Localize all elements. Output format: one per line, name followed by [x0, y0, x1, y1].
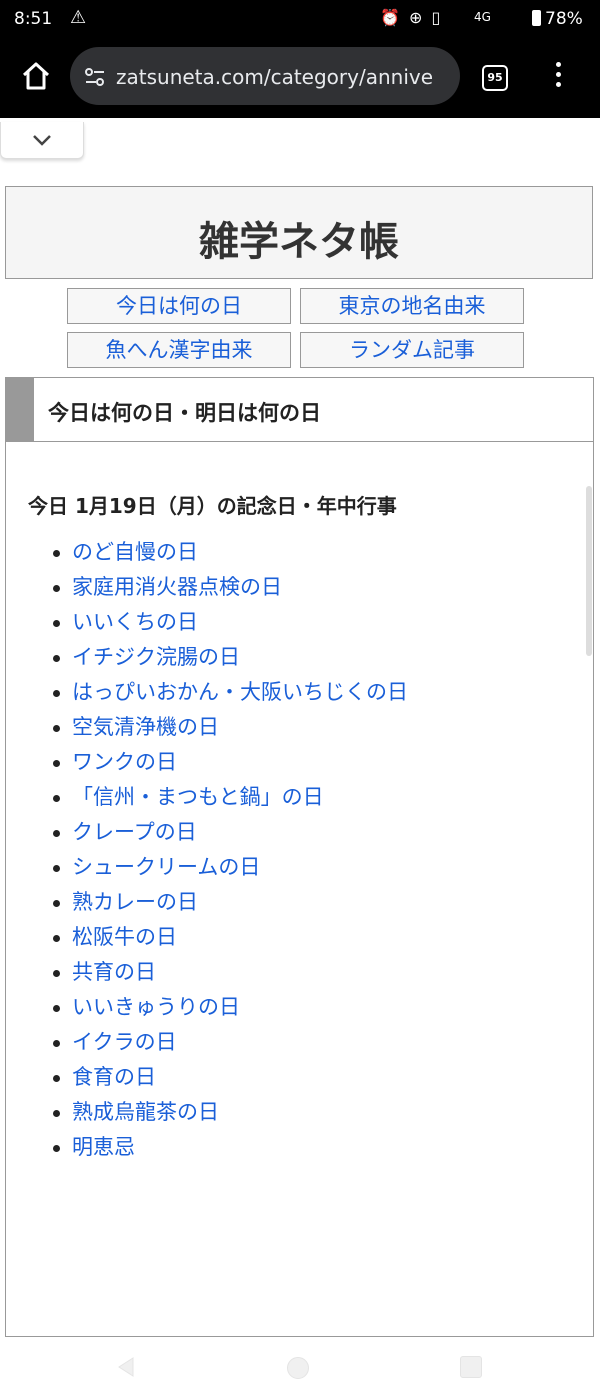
battery-indicator: 78%: [532, 9, 583, 29]
home-button-icon[interactable]: [287, 1357, 309, 1379]
event-link[interactable]: のど自慢の日: [6, 535, 408, 570]
status-icons: ⏰ ⊕ ▯: [380, 8, 442, 27]
event-link[interactable]: 共育の日: [6, 955, 408, 990]
network-type: 4G: [474, 10, 491, 24]
site-title[interactable]: 雑学ネタ帳: [6, 209, 592, 267]
event-link[interactable]: ワンクの日: [6, 745, 408, 780]
event-link[interactable]: 「信州・まつもと鍋」の日: [6, 780, 408, 815]
event-link[interactable]: 松阪牛の日: [6, 920, 408, 955]
tab-switcher-button[interactable]: 95: [482, 65, 508, 91]
nav-tokyo-place-names-button[interactable]: 東京の地名由来: [300, 288, 524, 324]
nav-random-article-button[interactable]: ランダム記事: [300, 332, 524, 368]
collapse-toggle-button[interactable]: [0, 122, 84, 159]
battery-percent: 78%: [545, 9, 583, 29]
vibrate-icon: ▯: [431, 8, 443, 27]
section-header: 今日は何の日・明日は何の日: [6, 378, 593, 442]
section-title: 今日は何の日・明日は何の日: [48, 401, 321, 425]
system-navigation-bar: [0, 1338, 600, 1400]
anniversary-section: 今日は何の日・明日は何の日 今日 1月19日（月）の記念日・年中行事 のど自慢の…: [5, 377, 594, 1337]
overflow-menu-icon[interactable]: [556, 62, 561, 92]
event-link[interactable]: 食育の日: [6, 1060, 408, 1095]
event-link[interactable]: 空気清浄機の日: [6, 710, 408, 745]
event-link[interactable]: 家庭用消火器点検の日: [6, 570, 408, 605]
event-link[interactable]: 明恵忌: [6, 1130, 408, 1165]
event-list: のど自慢の日 家庭用消火器点検の日 いいくちの日 イチジク浣腸の日 はっぴいおか…: [6, 535, 408, 1165]
event-link[interactable]: イクラの日: [6, 1025, 408, 1060]
event-link[interactable]: クレープの日: [6, 815, 408, 850]
event-link[interactable]: シュークリームの日: [6, 850, 408, 885]
chevron-down-icon: [33, 135, 51, 146]
event-link[interactable]: 熟カレーの日: [6, 885, 408, 920]
back-icon[interactable]: [115, 1355, 137, 1379]
browser-toolbar: zatsuneta.com/category/annive 95: [0, 38, 600, 118]
nav-today-button[interactable]: 今日は何の日: [67, 288, 291, 324]
event-link[interactable]: イチジク浣腸の日: [6, 640, 408, 675]
home-icon[interactable]: [20, 60, 52, 92]
section-accent-bar: [6, 378, 34, 441]
event-link[interactable]: いいくちの日: [6, 605, 408, 640]
event-link[interactable]: 熟成烏龍茶の日: [6, 1095, 408, 1130]
recent-apps-icon[interactable]: [460, 1356, 482, 1378]
warning-icon: ⚠: [70, 7, 87, 28]
alarm-icon: ⏰: [380, 8, 402, 27]
nav-fish-kanji-button[interactable]: 魚へん漢字由来: [67, 332, 291, 368]
event-link[interactable]: いいきゅうりの日: [6, 990, 408, 1025]
status-time: 8:51: [14, 9, 53, 29]
list-scrollbar[interactable]: [586, 486, 592, 656]
url-text[interactable]: zatsuneta.com/category/annive: [116, 65, 433, 89]
status-bar: 8:51 ⚠ ⏰ ⊕ ▯ 4G 78%: [0, 0, 600, 38]
address-bar[interactable]: zatsuneta.com/category/annive: [70, 47, 460, 105]
data-saver-icon: ⊕: [409, 8, 425, 27]
battery-icon: [532, 10, 541, 26]
site-header: 雑学ネタ帳: [5, 186, 593, 279]
date-heading: 今日 1月19日（月）の記念日・年中行事: [28, 494, 397, 518]
event-link[interactable]: はっぴいおかん・大阪いちじくの日: [6, 675, 408, 710]
site-settings-icon[interactable]: [84, 66, 106, 88]
